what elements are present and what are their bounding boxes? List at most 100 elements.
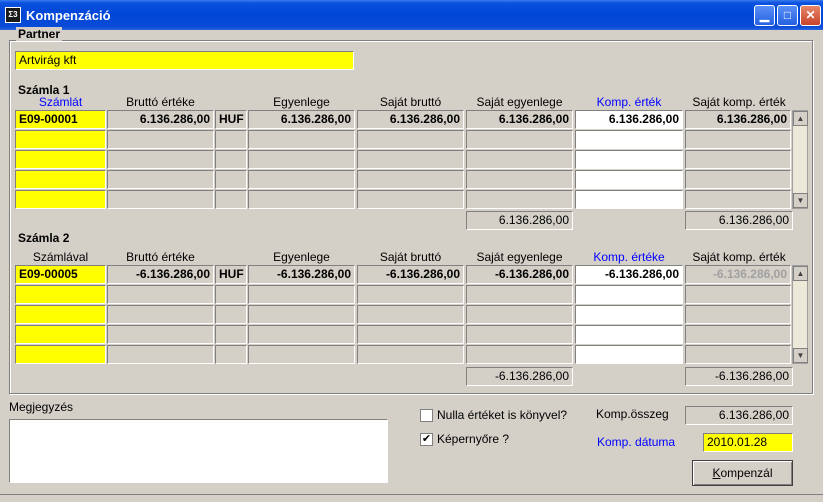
szamla1-szamla-field[interactable]: E09-00001 [15, 110, 106, 129]
s1-empty-cell [107, 150, 214, 169]
nulla-label: Nulla értéket is könyvel? [437, 408, 568, 422]
szamla2-egyenleg-field: -6.136.286,00 [248, 265, 355, 284]
s2-empty-cell [248, 305, 355, 324]
s1-empty-cell [215, 150, 247, 169]
s2-empty-cell [107, 305, 214, 324]
szamla2-szamla-field[interactable]: E09-00005 [15, 265, 106, 284]
kepernyo-check-icon: ✔ [421, 433, 432, 445]
komp-datum-input[interactable]: 2010.01.28 [703, 433, 793, 452]
maximize-icon: □ [783, 8, 792, 22]
s1-empty-cell [107, 170, 214, 189]
kepernyo-checkbox[interactable]: ✔ [420, 433, 433, 446]
s2-empty-cell [466, 305, 573, 324]
szamla2-komp-input[interactable]: -6.136.286,00 [575, 265, 683, 284]
szamla1-egyenleg-field: 6.136.286,00 [248, 110, 355, 129]
s2-empty-cell [215, 285, 247, 304]
s2-empty-cell [466, 325, 573, 344]
bottom-strip [0, 494, 823, 502]
scroll-down-icon[interactable]: ▼ [793, 193, 808, 208]
s1-empty-cell[interactable] [15, 150, 106, 169]
close-icon: ✕ [805, 8, 816, 22]
close-button[interactable]: ✕ [800, 5, 821, 26]
s2-empty-cell[interactable] [575, 285, 683, 304]
s1-empty-cell [357, 190, 464, 209]
s1-empty-cell [685, 170, 791, 189]
s2-empty-cell [685, 345, 791, 364]
s1-empty-cell[interactable] [15, 190, 106, 209]
title-bar[interactable]: Σ3 Kompenzáció ▁ □ ✕ [0, 0, 823, 30]
s1-empty-cell [466, 170, 573, 189]
komp-osszeg-label: Komp.összeg [596, 407, 669, 421]
szamla2-header-brutto: Bruttó értéke [126, 250, 195, 264]
s2-empty-cell[interactable] [575, 345, 683, 364]
s1-empty-cell[interactable] [15, 170, 106, 189]
szamla2-sajat-komp-field: -6.136.286,00 [685, 265, 791, 284]
megjegyzes-textarea[interactable] [9, 419, 388, 483]
s2-empty-cell[interactable] [15, 285, 106, 304]
s2-empty-cell [357, 285, 464, 304]
window-title: Kompenzáció [26, 8, 111, 23]
s2-empty-cell [215, 305, 247, 324]
szamla1-sajat-egyenleg-field: 6.136.286,00 [466, 110, 573, 129]
maximize-button[interactable]: □ [777, 5, 798, 26]
szamla2-brutto-field: -6.136.286,00 [107, 265, 214, 284]
s2-empty-cell [685, 285, 791, 304]
szamla2-scrollbar[interactable]: ▲ ▼ [792, 265, 808, 364]
s2-empty-cell[interactable] [15, 305, 106, 324]
szamla2-group-label: Számla 2 [16, 231, 72, 245]
s1-empty-cell [248, 150, 355, 169]
s1-empty-cell [357, 170, 464, 189]
scroll-up-icon[interactable]: ▲ [793, 111, 808, 126]
s1-empty-cell [466, 130, 573, 149]
szamla1-header-sajat-brutto: Saját bruttó [379, 95, 442, 109]
s2-empty-cell[interactable] [575, 305, 683, 324]
s1-empty-cell[interactable] [575, 190, 683, 209]
app-icon: Σ3 [5, 7, 21, 23]
s2-empty-cell[interactable] [15, 325, 106, 344]
s1-empty-cell[interactable] [15, 130, 106, 149]
komp-osszeg-field: 6.136.286,00 [685, 406, 793, 425]
s2-empty-cell [685, 325, 791, 344]
szamla1-total-sajat-komp: 6.136.286,00 [685, 211, 793, 230]
s2-empty-cell [466, 285, 573, 304]
s2-empty-cell [357, 325, 464, 344]
s2-empty-cell [215, 345, 247, 364]
szamla2-header-szamla: Számlával [32, 250, 89, 264]
s2-empty-cell[interactable] [15, 345, 106, 364]
szamla2-total-egyenleg: -6.136.286,00 [466, 367, 573, 386]
szamla1-total-egyenleg: 6.136.286,00 [466, 211, 573, 230]
szamla1-sajat-komp-field: 6.136.286,00 [685, 110, 791, 129]
s1-empty-cell [357, 150, 464, 169]
szamla1-header-sajat-komp: Saját komp. érték [692, 95, 786, 109]
nulla-checkbox[interactable] [420, 409, 433, 422]
szamla2-header-sajat-egyenleg: Saját egyenlege [476, 250, 563, 264]
szamla1-currency-field: HUF [215, 110, 247, 129]
s2-empty-cell[interactable] [575, 325, 683, 344]
s1-empty-cell [107, 130, 214, 149]
szamla2-header-sajat-komp: Saját komp. érték [692, 250, 786, 264]
s2-empty-cell [357, 345, 464, 364]
s1-empty-cell [215, 130, 247, 149]
szamla1-komp-input[interactable]: 6.136.286,00 [575, 110, 683, 129]
partner-group-label: Partner [16, 27, 63, 41]
kompenzal-button[interactable]: Kompenzál [692, 460, 793, 486]
scroll-up-icon[interactable]: ▲ [793, 266, 808, 281]
s1-empty-cell [215, 190, 247, 209]
minimize-icon: ▁ [759, 8, 770, 22]
szamla1-header-brutto: Bruttó értéke [126, 95, 195, 109]
minimize-button[interactable]: ▁ [754, 5, 775, 26]
komp-datum-label: Komp. dátuma [597, 435, 676, 449]
scroll-down-icon[interactable]: ▼ [793, 348, 808, 363]
szamla1-scrollbar[interactable]: ▲ ▼ [792, 110, 808, 209]
szamla2-sajat-egyenleg-field: -6.136.286,00 [466, 265, 573, 284]
s2-empty-cell [107, 345, 214, 364]
s2-empty-cell [248, 345, 355, 364]
s1-empty-cell[interactable] [575, 150, 683, 169]
s1-empty-cell[interactable] [575, 170, 683, 189]
szamla2-header-sajat-brutto: Saját bruttó [379, 250, 442, 264]
s1-empty-cell [215, 170, 247, 189]
kepernyo-label: Képernyőre ? [437, 432, 510, 446]
szamla1-header-sajat-egyenleg: Saját egyenlege [476, 95, 563, 109]
s1-empty-cell[interactable] [575, 130, 683, 149]
partner-input[interactable]: Artvirág kft [15, 51, 354, 70]
